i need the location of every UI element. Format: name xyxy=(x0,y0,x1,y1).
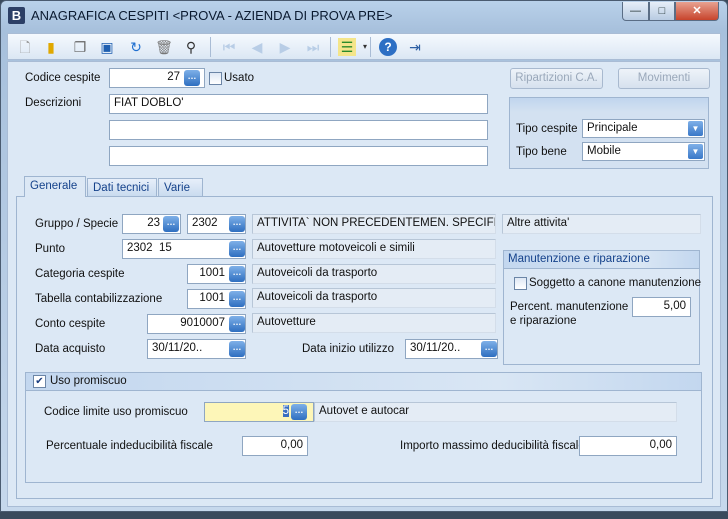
data-acquisto-label: Data acquisto xyxy=(35,343,106,355)
lookup-button[interactable]: … xyxy=(229,266,245,282)
codice-limite-description: Autovet e autocar xyxy=(314,402,677,422)
descrizione-input-2[interactable] xyxy=(109,120,488,140)
calendar-button[interactable]: … xyxy=(229,341,245,357)
list-icon[interactable]: ☰ xyxy=(338,38,356,56)
lookup-button[interactable]: … xyxy=(229,291,245,307)
usato-label: Usato xyxy=(224,72,255,84)
tab-varie[interactable]: Varie xyxy=(158,178,203,196)
lookup-button[interactable]: … xyxy=(229,316,245,332)
help-icon[interactable]: ? xyxy=(379,38,397,56)
tabella-label: Tabella contabilizzazione xyxy=(35,293,163,305)
soggetto-label: Soggetto a canone manutenzione xyxy=(529,277,701,289)
percent-label: Percent. manutenzione xyxy=(510,301,629,313)
uso-promiscuo-group: Uso promiscuo xyxy=(25,372,702,483)
ripartizioni-button[interactable]: Ripartizioni C.A. xyxy=(510,68,603,89)
title-bar: B ANAGRAFICA CESPITI <PROVA - AZIENDA DI… xyxy=(1,1,727,31)
codice-limite-label: Codice limite uso promiscuo xyxy=(44,406,188,418)
lookup-button[interactable]: … xyxy=(229,241,245,257)
save-icon[interactable]: ▣ xyxy=(98,38,116,56)
open-icon[interactable]: ▮ xyxy=(42,38,60,56)
lookup-button[interactable]: … xyxy=(163,216,179,232)
chevron-down-icon[interactable]: ▼ xyxy=(688,121,703,136)
maximize-button[interactable]: □ xyxy=(649,2,675,21)
window: B ANAGRAFICA CESPITI <PROVA - AZIENDA DI… xyxy=(0,0,728,512)
tipo-bene-label: Tipo bene xyxy=(516,146,567,158)
codice-limite-value: 5 xyxy=(282,405,289,417)
usato-checkbox[interactable] xyxy=(209,72,222,85)
punto-description: Autovetture motoveicoli e simili xyxy=(252,239,496,259)
exit-icon[interactable]: ⇥ xyxy=(406,38,424,56)
tipo-cespite-label: Tipo cespite xyxy=(516,123,578,135)
codice-cespite-label: Codice cespite xyxy=(25,72,101,84)
percentuale-label: Percentuale indeducibilità fiscale xyxy=(46,440,213,452)
uso-promiscuo-checkbox[interactable]: ✔ xyxy=(33,375,46,388)
gruppo-description: ATTIVITA` NON PRECEDENTEMEN. SPECIFICATE xyxy=(252,214,496,234)
tipo-cespite-value: Principale xyxy=(587,122,638,134)
conto-description: Autovetture xyxy=(252,313,496,333)
app-logo-icon: B xyxy=(8,7,25,24)
tabella-description: Autoveicoli da trasporto xyxy=(252,288,496,308)
percent-manutenzione-input[interactable]: 5,00 xyxy=(632,297,691,317)
last-icon[interactable]: ⏭ xyxy=(304,38,322,56)
calendar-button[interactable]: … xyxy=(481,341,497,357)
conto-label: Conto cespite xyxy=(35,318,106,330)
importo-input[interactable]: 0,00 xyxy=(579,436,677,456)
percent-label-2: e riparazione xyxy=(510,315,577,327)
descrizioni-label: Descrizioni xyxy=(25,97,82,109)
gruppo-label: Gruppo / Specie xyxy=(35,218,119,230)
descrizione-input-1[interactable]: FIAT DOBLO' xyxy=(109,94,488,114)
window-title: ANAGRAFICA CESPITI <PROVA - AZIENDA DI P… xyxy=(31,8,393,23)
importo-label: Importo massimo deducibilità fiscale xyxy=(400,440,585,452)
minimize-button[interactable]: — xyxy=(622,2,649,21)
binoculars-icon[interactable]: ⚲ xyxy=(182,38,200,56)
manutenzione-title: Manutenzione e riparazione xyxy=(504,251,699,269)
percentuale-input[interactable]: 0,00 xyxy=(242,436,308,456)
tab-generale[interactable]: Generale xyxy=(24,176,86,197)
lookup-button[interactable]: … xyxy=(229,216,245,232)
chevron-down-icon[interactable]: ▾ xyxy=(356,38,374,56)
tipo-cespite-select[interactable]: Principale ▼ xyxy=(582,119,705,138)
uso-promiscuo-title: Uso promiscuo xyxy=(26,373,701,391)
copy-icon[interactable]: ❐ xyxy=(71,38,89,56)
categoria-label: Categoria cespite xyxy=(35,268,125,280)
categoria-description: Autoveicoli da trasporto xyxy=(252,264,496,284)
undo-icon[interactable]: ↻ xyxy=(127,38,145,56)
punto-label: Punto xyxy=(35,243,66,255)
first-icon[interactable]: ⏮ xyxy=(220,38,238,56)
data-inizio-label: Data inizio utilizzo xyxy=(302,343,395,355)
descrizione-input-3[interactable] xyxy=(109,146,488,166)
close-button[interactable]: ✕ xyxy=(675,2,719,21)
tipo-bene-select[interactable]: Mobile ▼ xyxy=(582,142,705,161)
specie-description: Altre attivita' xyxy=(502,214,701,234)
movimenti-button[interactable]: Movimenti xyxy=(618,68,710,89)
tipo-bene-value: Mobile xyxy=(587,145,621,157)
new-icon[interactable]: 🗋 xyxy=(16,38,34,56)
chevron-down-icon[interactable]: ▼ xyxy=(688,144,703,159)
delete-icon[interactable]: 🗑 xyxy=(155,38,173,56)
soggetto-checkbox[interactable] xyxy=(514,277,527,290)
lookup-button[interactable]: … xyxy=(184,70,200,86)
tab-dati-tecnici[interactable]: Dati tecnici xyxy=(87,178,157,196)
prev-icon[interactable]: ◀ xyxy=(248,38,266,56)
next-icon[interactable]: ▶ xyxy=(276,38,294,56)
punto-input[interactable]: 2302 15 xyxy=(122,239,246,259)
toolbar: 🗋 ▮ ❐ ▣ ↻ 🗑 ⚲ ⏮ ◀ ▶ ⏭ ☰ ▾ ? ⇥ xyxy=(7,33,721,60)
lookup-button[interactable]: … xyxy=(291,404,307,420)
